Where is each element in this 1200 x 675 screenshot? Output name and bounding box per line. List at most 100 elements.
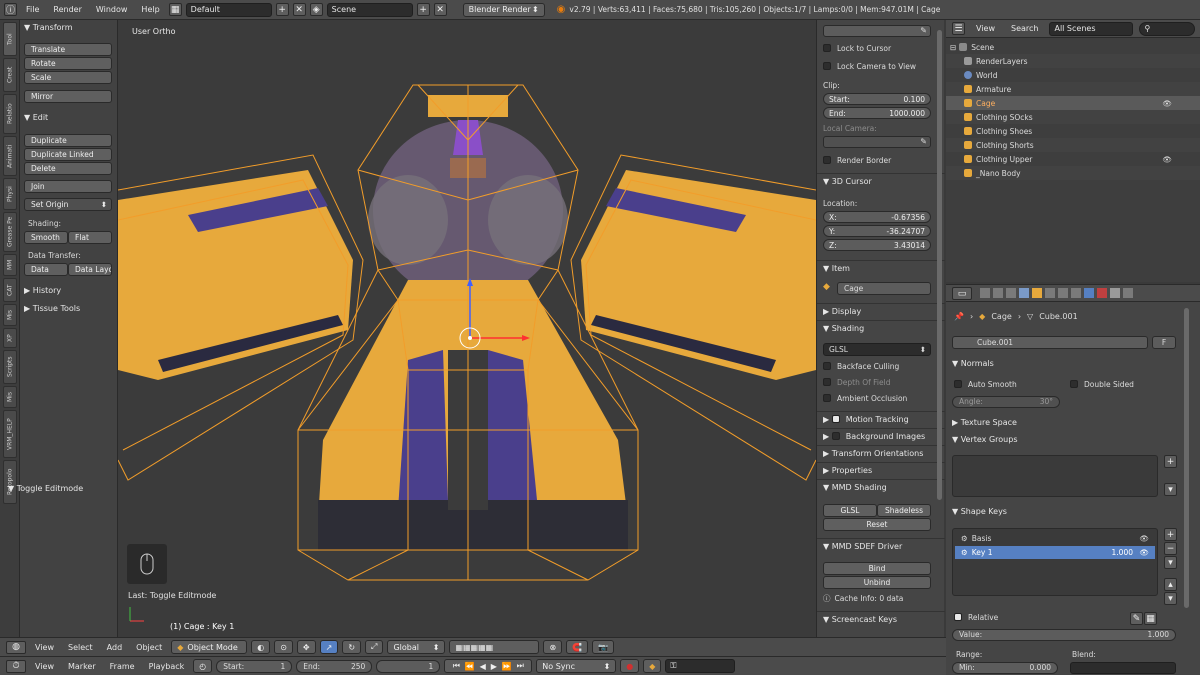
add-scene-icon[interactable]: +	[416, 3, 430, 16]
history-panel-header[interactable]: ▶ History	[24, 286, 61, 295]
shading-mode-dropdown[interactable]: GLSL ⬍	[823, 343, 931, 356]
angle-field[interactable]: Angle: 30°	[952, 396, 1060, 408]
edit-mode-shape-icon[interactable]: ▦	[1144, 612, 1157, 625]
add-layout-icon[interactable]: +	[275, 3, 289, 16]
object-menu[interactable]: Object	[131, 643, 167, 652]
relative-checkbox[interactable]: Relative	[954, 613, 998, 622]
glsl-button[interactable]: GLSL	[823, 504, 877, 517]
shape-key-row-key1[interactable]: ⚙ Key 1 1.000 👁	[955, 546, 1155, 559]
checkbox-icon[interactable]	[831, 415, 840, 423]
manipulator-toggle[interactable]: ✥	[296, 640, 316, 654]
eye-icon[interactable]: 👁	[1139, 532, 1149, 545]
view-menu[interactable]: View	[30, 643, 59, 652]
prev-keyframe-icon[interactable]: ⏪	[465, 662, 475, 671]
lock-object-field[interactable]: ✎	[823, 25, 931, 37]
tab-grease-pencil[interactable]: Grease Pe	[3, 212, 17, 252]
last-operator-panel-header[interactable]: ▼ Toggle Editmode	[8, 484, 83, 493]
normals-panel-header[interactable]: ▼ Normals	[952, 359, 994, 368]
flat-button[interactable]: Flat	[68, 231, 112, 244]
transform-orientations-panel-header[interactable]: ▶ Transform Orientations	[817, 445, 945, 460]
cursor-z-field[interactable]: Z: 3.43014	[823, 239, 931, 251]
playback-menu[interactable]: Playback	[144, 662, 190, 671]
remove-scene-icon[interactable]: ✕	[433, 3, 447, 16]
mesh-name-field[interactable]: Cube.001	[952, 336, 1148, 349]
tab-physics[interactable]: Physi	[3, 178, 17, 210]
timeline-editor-type-icon[interactable]: ⏱	[6, 659, 26, 673]
backface-culling-checkbox[interactable]: Backface Culling	[823, 362, 899, 371]
jump-start-icon[interactable]: ⏮	[453, 661, 460, 671]
duplicate-linked-button[interactable]: Duplicate Linked	[24, 148, 112, 161]
display-panel-header[interactable]: ▶ Display	[817, 303, 945, 318]
clip-start-field[interactable]: Start: 0.100	[823, 93, 931, 105]
tab-mmd[interactable]: MM	[3, 254, 17, 276]
add-vertex-group-icon[interactable]: +	[1164, 455, 1177, 468]
rotate-button[interactable]: Rotate	[24, 57, 112, 70]
shadeless-button[interactable]: Shadeless	[877, 504, 931, 517]
depth-of-field-checkbox[interactable]: Depth Of Field	[823, 378, 890, 387]
auto-smooth-checkbox[interactable]: Auto Smooth	[954, 380, 1017, 389]
scene-field[interactable]: Scene	[326, 2, 413, 17]
menu-help[interactable]: Help	[136, 5, 164, 14]
scale-manipulator-button[interactable]: ⤢	[365, 640, 384, 654]
mirror-button[interactable]: Mirror	[24, 90, 112, 103]
outliner-row-clothing-shoes[interactable]: Clothing Shoes	[946, 124, 1200, 138]
mode-dropdown[interactable]: ◆ Object Mode	[171, 640, 248, 654]
background-images-panel-header[interactable]: ▶ Background Images	[817, 428, 945, 443]
shape-keys-list[interactable]: ⚙ Basis 👁 ⚙ Key 1 1.000 👁	[952, 528, 1158, 596]
move-down-icon[interactable]: ▾	[1164, 592, 1177, 605]
3d-viewport[interactable]: User Ortho Last: Toggle Editmode (1) Cag…	[118, 20, 816, 637]
end-frame-field[interactable]: End: 250	[296, 659, 373, 673]
ambient-occlusion-checkbox[interactable]: Ambient Occlusion	[823, 394, 907, 403]
timeline-view-menu[interactable]: View	[30, 662, 59, 671]
tab-tools[interactable]: Tool	[3, 22, 17, 56]
keying-set-icon[interactable]: ◆	[643, 659, 662, 673]
outliner-editor-type-icon[interactable]: ☰	[952, 22, 965, 35]
tab-scripts[interactable]: Scripts	[3, 350, 17, 384]
orientation-dropdown[interactable]: Global ⬍	[387, 640, 446, 654]
transform-panel-header[interactable]: ▼ Transform	[24, 23, 73, 32]
shape-key-value[interactable]: 1.000	[1112, 546, 1133, 559]
current-frame-field[interactable]: 1	[376, 659, 441, 673]
eye-icon[interactable]: 👁	[1139, 546, 1149, 559]
pivot-point-dropdown[interactable]: ⊙	[274, 640, 293, 654]
add-shape-key-icon[interactable]: +	[1164, 528, 1177, 541]
data-layout-button[interactable]: Data Layo	[68, 263, 112, 276]
play-icon[interactable]: ▶	[491, 662, 497, 671]
outliner-view-menu[interactable]: View	[971, 24, 1000, 33]
clip-end-field[interactable]: End: 1000.000	[823, 107, 931, 119]
select-menu[interactable]: Select	[63, 643, 98, 652]
eye-icon[interactable]: 👁	[1162, 155, 1172, 164]
shape-value-slider[interactable]: Value: 1.000	[952, 629, 1176, 641]
shading-panel-header[interactable]: ▼ Shading	[817, 320, 945, 335]
move-up-icon[interactable]: ▴	[1164, 578, 1177, 591]
rotate-manipulator-button[interactable]: ↻	[342, 640, 362, 654]
render-border-checkbox[interactable]: Render Border	[823, 156, 891, 165]
next-keyframe-icon[interactable]: ⏩	[502, 662, 512, 671]
outliner-row-nano-body[interactable]: _Nano Body	[946, 166, 1200, 180]
outliner-row-scene[interactable]: ⊟ Scene	[946, 40, 1200, 54]
3d-editor-type-icon[interactable]: ◍	[6, 640, 26, 654]
opengl-render-icon[interactable]: 📷	[592, 640, 615, 654]
set-origin-dropdown[interactable]: Set Origin ⬍	[24, 198, 112, 211]
keying-set-field[interactable]: ⚿	[665, 659, 736, 673]
translate-button[interactable]: Translate	[24, 43, 112, 56]
scene-icon[interactable]: ◈	[309, 3, 323, 16]
info-editor-type-icon[interactable]: ⓘ	[4, 3, 17, 16]
menu-render[interactable]: Render	[48, 5, 86, 14]
menu-window[interactable]: Window	[91, 5, 133, 14]
render-engine-dropdown[interactable]: Blender Render ⬍	[462, 2, 545, 17]
pin-icon[interactable]: 📌	[954, 312, 964, 321]
outliner-row-renderlayers[interactable]: RenderLayers	[946, 54, 1200, 68]
menu-file[interactable]: File	[21, 5, 44, 14]
sync-dropdown[interactable]: No Sync ⬍	[536, 659, 617, 673]
properties-panel-header[interactable]: ▶ Properties	[817, 462, 945, 477]
data-transfer-button[interactable]: Data	[24, 263, 68, 276]
tissue-tools-panel-header[interactable]: ▶ Tissue Tools	[24, 304, 80, 313]
double-sided-checkbox[interactable]: Double Sided	[1070, 380, 1134, 389]
playback-controls[interactable]: ⏮ ⏪ ◀ ▶ ⏩ ⏭	[444, 659, 533, 673]
tab-relations[interactable]: Relatio	[3, 94, 17, 134]
mmd-sdef-panel-header[interactable]: ▼ MMD SDEF Driver	[817, 538, 945, 553]
blend-vertex-group-field[interactable]	[1070, 662, 1176, 674]
outliner-row-clothing-upper[interactable]: Clothing Upper 👁	[946, 152, 1200, 166]
tab-create[interactable]: Creat	[3, 58, 17, 92]
